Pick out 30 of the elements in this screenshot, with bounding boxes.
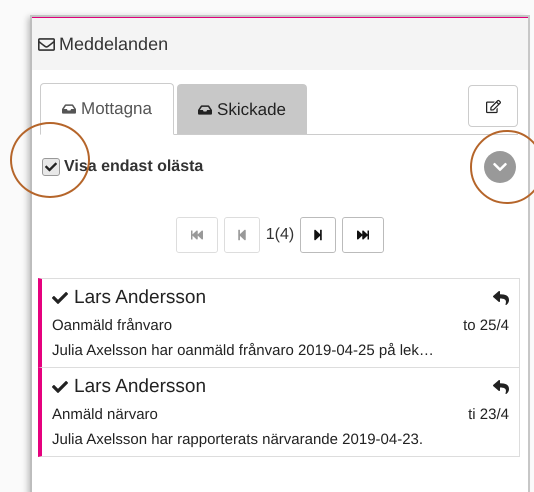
message-item[interactable]: Lars Andersson Oanmäld frånvaro to 25/4 Julia Axelsson har oanmäld frånvaro 2019-04-25 på lek… — [38, 278, 520, 368]
reply-icon[interactable] — [493, 379, 509, 395]
message-preview: Julia Axelsson har oanmäld frånvaro 2019-04-25 på lek… — [52, 342, 434, 359]
check-icon — [45, 161, 57, 173]
message-preview: Julia Axelsson har rapporterats närvarande 2019-04-23. — [52, 431, 424, 448]
checkbox[interactable] — [42, 158, 60, 176]
message-sender: Lars Andersson — [74, 287, 206, 309]
envelope-icon — [38, 36, 55, 52]
page-reading: 1(4) — [266, 226, 294, 244]
message-subject: Anmäld närvaro — [52, 406, 158, 423]
message-date: to 25/4 — [463, 317, 509, 334]
last-icon — [357, 229, 370, 241]
first-icon — [190, 229, 203, 241]
inbox-icon — [62, 102, 76, 116]
panel-title: Meddelanden — [59, 34, 168, 54]
prev-icon — [236, 229, 248, 241]
message-sender: Lars Andersson — [74, 376, 206, 398]
tab[interactable]: Mottagna — [40, 83, 174, 135]
next-icon — [312, 229, 324, 241]
tab[interactable]: Skickade — [177, 84, 307, 134]
message-subject: Oanmäld frånvaro — [52, 317, 172, 334]
next-page-button[interactable] — [300, 217, 336, 253]
message-item[interactable]: Lars Andersson Anmäld närvaro ti 23/4 Julia Axelsson har rapporterats närvarande 2019-04-23. — [38, 367, 520, 457]
last-page-button[interactable] — [342, 217, 384, 253]
inbox-icon — [198, 102, 212, 116]
edit-icon — [486, 98, 500, 114]
expand-button[interactable] — [484, 151, 516, 183]
reply-icon[interactable] — [493, 290, 509, 306]
compose-button[interactable] — [468, 85, 518, 127]
message-date: ti 23/4 — [468, 406, 509, 423]
